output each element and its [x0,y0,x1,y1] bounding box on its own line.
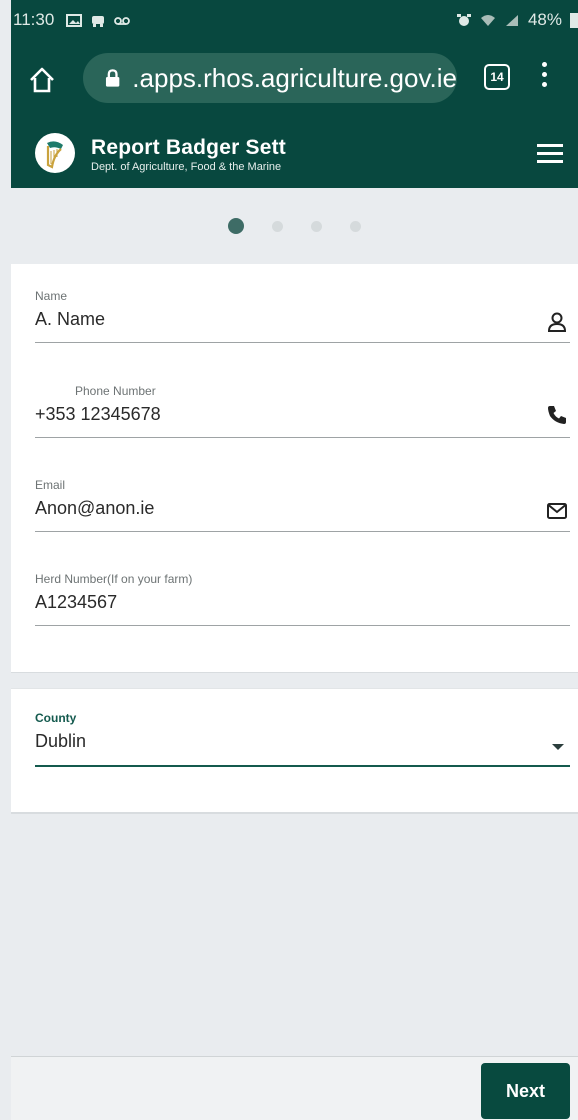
page-title: Report Badger Sett [91,136,286,159]
harp-logo-icon [35,133,75,173]
county-underline [35,765,570,767]
name-label: Name [35,289,68,303]
status-notification-icons [66,13,131,27]
herd-number-value[interactable]: A1234567 [35,592,570,613]
email-label: Email [35,478,66,492]
wifi-icon [480,14,495,26]
person-icon [547,312,567,332]
county-select[interactable]: County Dublin [35,711,570,767]
tab-switcher-button[interactable]: 14 [484,64,510,90]
browser-menu-icon[interactable] [541,62,549,92]
status-time: 11:30 [13,10,55,29]
bottom-action-bar: Next [11,1056,578,1120]
app-header: Report Badger Sett Dept. of Agriculture,… [11,120,578,188]
department-subtitle: Dept. of Agriculture, Food & the Marine [91,161,282,173]
phone-field[interactable]: Phone Number +353 12345678 [35,384,570,438]
email-field[interactable]: Email Anon@anon.ie [35,478,570,532]
mail-icon [547,503,567,519]
step-dot-1 [228,218,244,234]
battery-icon [570,13,578,28]
contact-details-card: Name A. Name Phone Number +353 12345678 … [11,264,578,673]
county-card: County Dublin [11,688,578,814]
hamburger-menu-icon[interactable] [537,144,563,164]
phone-icon [548,406,566,424]
phone-value[interactable]: +353 12345678 [35,404,570,425]
gallery-icon [66,13,83,27]
name-value[interactable]: A. Name [35,309,570,330]
status-bar: 11:30 48% [11,0,578,40]
email-underline [35,531,570,532]
alarm-icon [456,13,471,26]
phone-underline [35,437,570,438]
herd-number-field[interactable]: Herd Number(If on your farm) A1234567 [35,572,570,626]
url-text: .apps.rhos.agriculture.gov.ie [132,62,457,93]
app-frame: 11:30 48% .apps.rhos.agriculture.gov.ie … [11,0,578,1120]
car-icon [92,15,105,27]
signal-icon [505,14,518,26]
herd-number-label: Herd Number(If on your farm) [35,572,193,586]
next-button[interactable]: Next [481,1063,570,1119]
lock-icon [105,69,120,87]
step-indicator [11,188,578,264]
herd-number-underline [35,625,570,626]
step-dot-2 [272,220,283,232]
battery-percent: 48% [527,10,562,29]
voicemail-icon [114,16,131,25]
dropdown-caret-icon[interactable] [552,744,564,750]
status-system-icons: 48% [456,10,578,30]
home-icon[interactable] [27,65,57,95]
phone-label: Phone Number [75,384,156,398]
county-label: County [35,711,77,725]
name-underline [35,342,570,343]
name-field[interactable]: Name A. Name [35,289,570,343]
county-value[interactable]: Dublin [35,731,570,752]
address-bar[interactable]: .apps.rhos.agriculture.gov.ie [83,53,457,103]
email-value[interactable]: Anon@anon.ie [35,498,570,519]
browser-toolbar: .apps.rhos.agriculture.gov.ie 14 [11,40,578,120]
step-dot-3 [311,220,322,232]
step-dot-4 [350,220,361,232]
